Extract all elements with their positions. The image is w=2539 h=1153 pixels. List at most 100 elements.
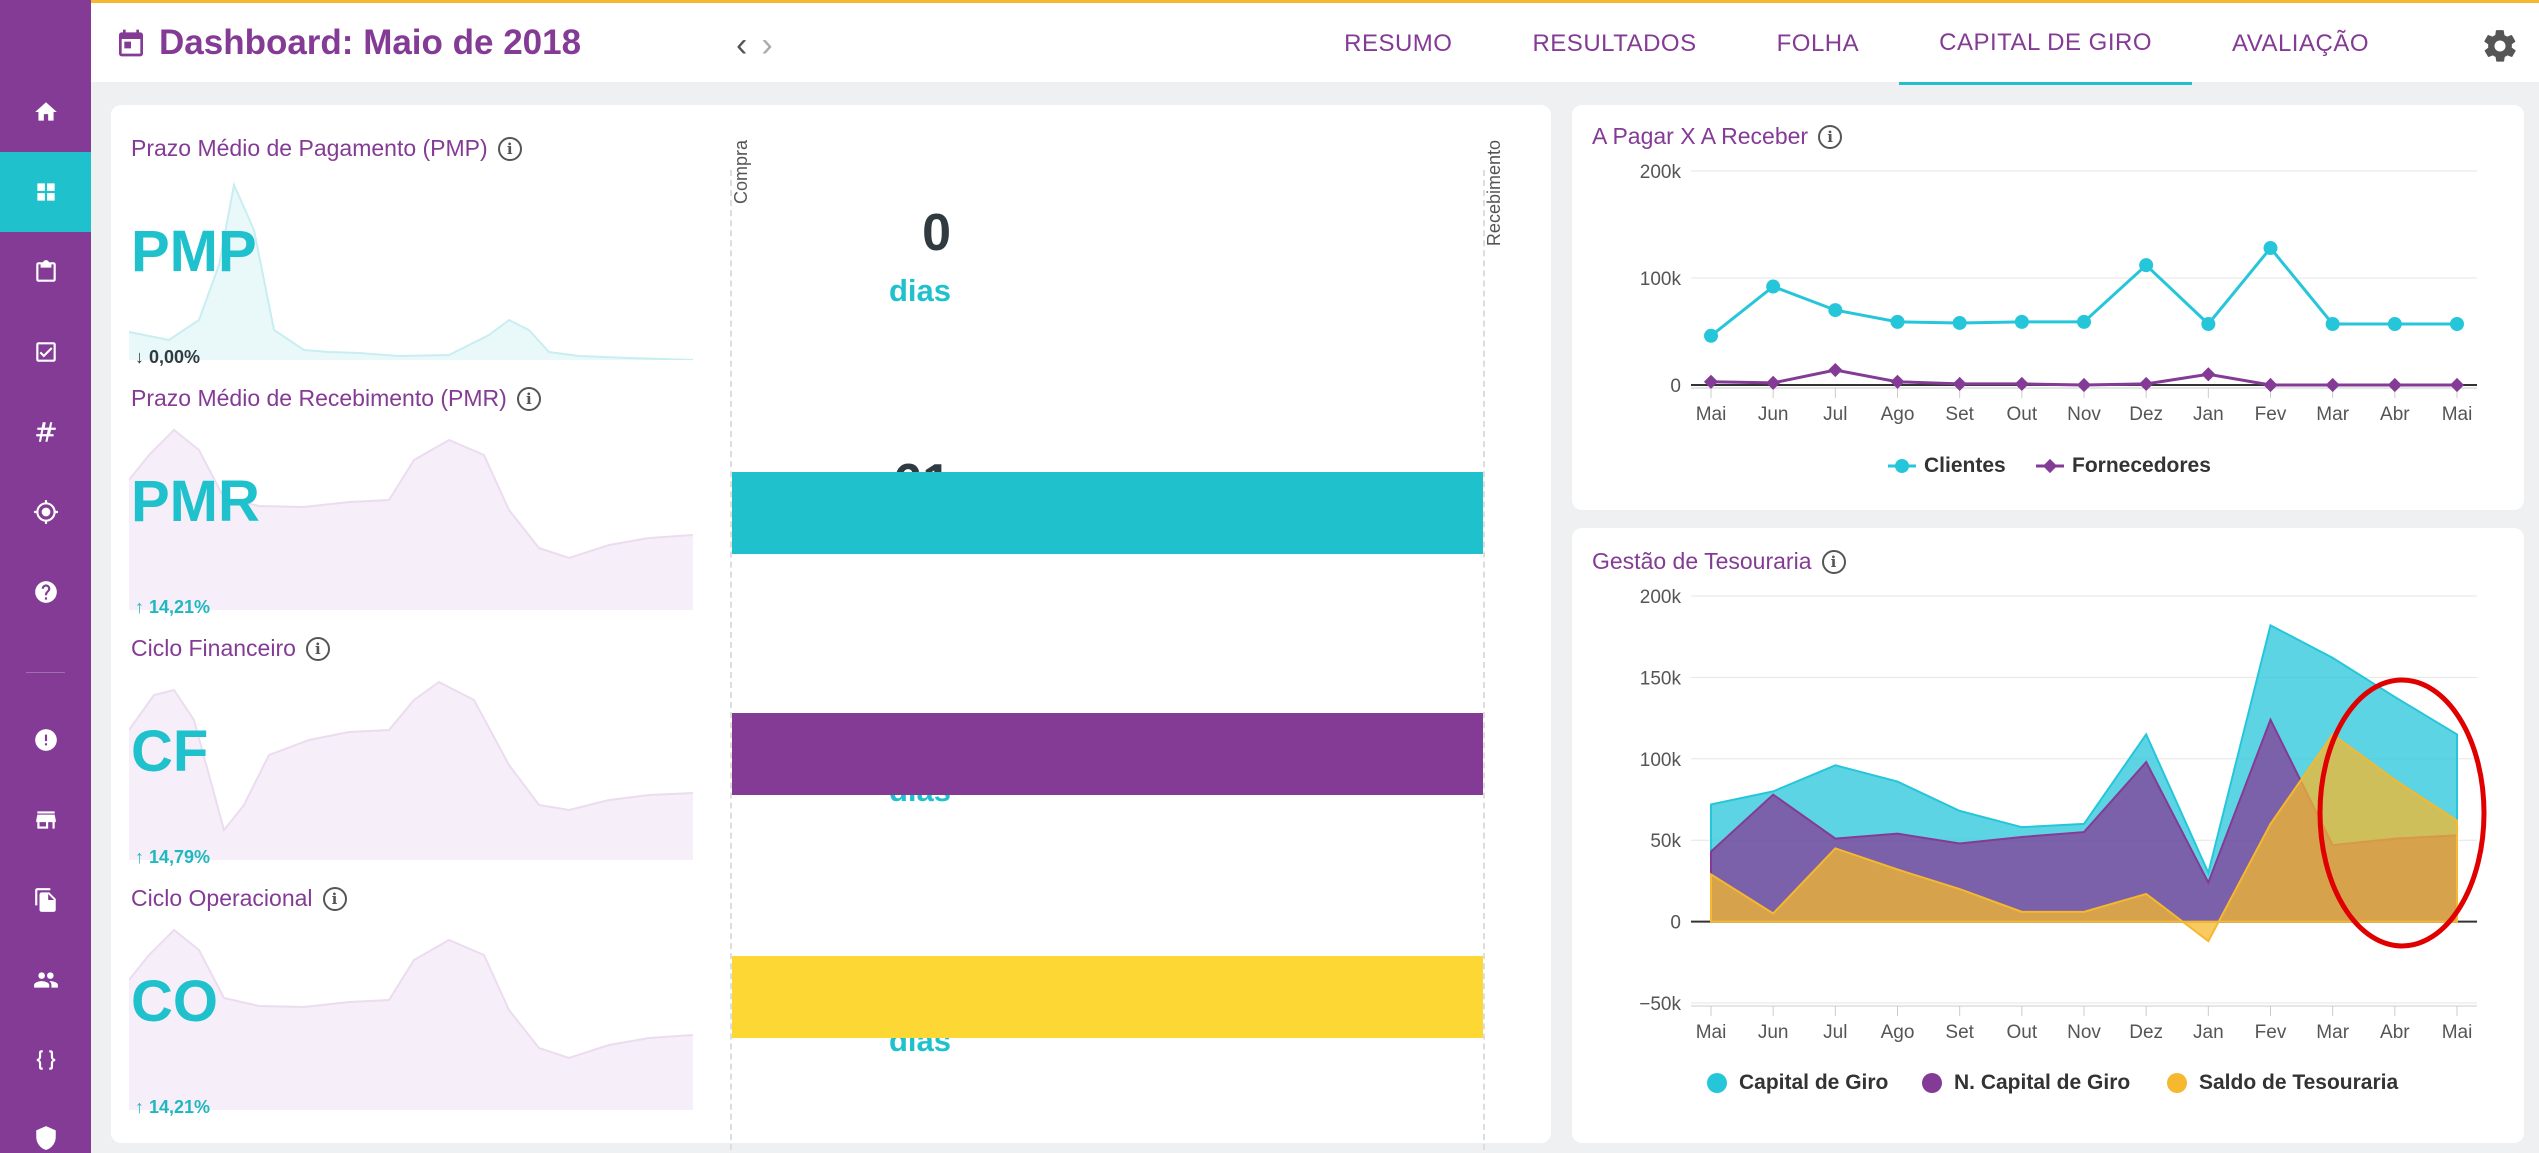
home-icon [34,102,57,121]
sidebar-item-home[interactable] [0,72,91,152]
data-point [2201,367,2216,382]
x-tick-label: Out [2007,404,2038,425]
x-tick-label: Abr [2380,1022,2410,1043]
metric-pmp-abbr: PMP [131,219,257,284]
x-tick-label: Ago [1881,1022,1915,1043]
tab-resultados[interactable]: RESULTADOS [1492,3,1736,85]
x-tick-label: Jul [1823,404,1847,425]
sidebar-item-help[interactable] [0,552,91,632]
period-navigation: ‹ › [736,27,773,63]
y-tick-label: 50k [1650,831,1681,852]
sidebar-item-clipboard[interactable] [0,232,91,312]
metric-pmp-title-text: Prazo Médio de Pagamento (PMP) [131,135,488,161]
metric-cf-delta-text: 14,79% [149,847,211,867]
x-tick-label: Fev [2255,1022,2287,1043]
x-tick-label: Dez [2129,1022,2163,1043]
co-bar [732,956,1483,1038]
documents-icon [34,888,56,912]
sidebar-item-hashtag[interactable] [0,392,91,472]
chart-pagar-receber: 200k 100k 0 Mai Jun Jul Ago Set Out Nov Dez Jan Fev M… [1640,162,2477,477]
x-tick-label: Mar [2316,404,2349,425]
info-icon[interactable]: i [516,386,541,411]
x-tick-label: Mai [1696,404,1727,425]
cf-bar [732,713,1483,795]
x-tick-label: Set [1945,404,1974,425]
sidebar-divider [26,672,65,673]
sidebar-item-alert[interactable] [0,700,91,780]
x-tick-label: Ago [1881,404,1915,425]
data-point [2387,377,2402,393]
x-tick-label: Mai [1696,1022,1727,1043]
data-point [2450,317,2464,332]
legend-marker [1895,459,1909,473]
info-icon[interactable]: i [305,636,330,661]
tab-resumo[interactable]: RESUMO [1304,3,1492,85]
sidebar-item-store[interactable] [0,780,91,860]
x-tick-label: Set [1945,1022,1974,1043]
sidebar-item-dashboard[interactable] [0,152,91,232]
metric-co-delta-text: 14,21% [149,1097,211,1117]
metric-co-title-text: Ciclo Operacional [131,885,313,911]
timeline-end-line [1483,170,1485,1153]
shield-icon [35,1126,56,1150]
alert-icon [34,729,57,751]
previous-period-button[interactable]: ‹ [736,27,747,63]
tab-capital-de-giro[interactable]: CAPITAL DE GIRO [1899,3,2192,85]
data-point [1766,279,1781,294]
info-icon[interactable]: i [497,136,522,161]
y-tick-label: 200k [1640,587,1682,608]
metric-cf-sparkline [129,680,693,860]
clipboard-icon [35,260,56,282]
gear-icon[interactable] [2481,27,2519,65]
checklist-icon [35,342,56,362]
page-title: Dashboard: Maio de 2018 [115,23,581,63]
sidebar-item-documents[interactable] [0,860,91,940]
metric-cf-title: Ciclo Financeiro i [131,635,330,662]
metric-pmp-delta-text: 0,00% [149,347,201,367]
legend-label: Saldo de Tesouraria [2199,1071,2398,1094]
page-title-text: Dashboard: Maio de 2018 [159,23,582,62]
sidebar-item-shield[interactable] [0,1098,91,1153]
code-icon [36,1050,55,1070]
legend-label: Capital de Giro [1739,1071,1888,1094]
x-tick-label: Jun [1758,404,1789,425]
metric-co-abbr: CO [131,969,218,1034]
data-point [1952,315,1967,330]
calendar-icon [119,29,143,57]
next-period-button[interactable]: › [761,27,772,63]
metric-pmr-title: Prazo Médio de Recebimento (PMR) i [131,385,541,412]
data-point [2263,241,2278,256]
users-icon [33,972,58,988]
y-tick-label: 100k [1640,750,1682,771]
legend-marker [1707,1073,1727,1093]
data-point [2263,377,2278,393]
sidebar-item-code[interactable] [0,1020,91,1100]
data-point [2014,314,2029,329]
sidebar-item-users[interactable] [0,940,91,1020]
metric-pmp-unit: dias [888,273,951,308]
data-point [1828,362,1843,378]
metric-cf-abbr: CF [131,719,209,784]
metric-pmr-title-text: Prazo Médio de Recebimento (PMR) [131,385,507,411]
dashboard-icon [36,183,55,201]
x-tick-label: Mar [2316,1022,2349,1043]
info-icon[interactable]: i [322,886,347,911]
data-point [2139,258,2154,273]
data-point [2077,314,2091,329]
sidebar-item-checklist[interactable] [0,312,91,392]
data-point [1890,374,1905,389]
data-point [2325,377,2340,393]
tab-folha[interactable]: FOLHA [1737,3,1900,85]
data-point [1704,328,1718,343]
x-tick-label: Mai [2442,404,2473,425]
sidebar-item-target[interactable] [0,472,91,552]
x-tick-label: Nov [2067,1022,2101,1043]
tab-avaliacao[interactable]: AVALIAÇÃO [2192,3,2409,85]
y-tick-label: −50k [1639,994,1681,1015]
pagar-receber-card: A Pagar X A Receber i 200k 100k 0 Mai Jun Jul… [1572,105,2524,510]
tab-bar: RESUMO RESULTADOS FOLHA CAPITAL DE GIRO … [1304,3,2409,85]
x-tick-label: Jan [2193,404,2224,425]
legend-label: N. Capital de Giro [1954,1071,2130,1094]
metric-pmp-value: 0 [922,204,951,262]
metric-cf-title-text: Ciclo Financeiro [131,635,296,661]
